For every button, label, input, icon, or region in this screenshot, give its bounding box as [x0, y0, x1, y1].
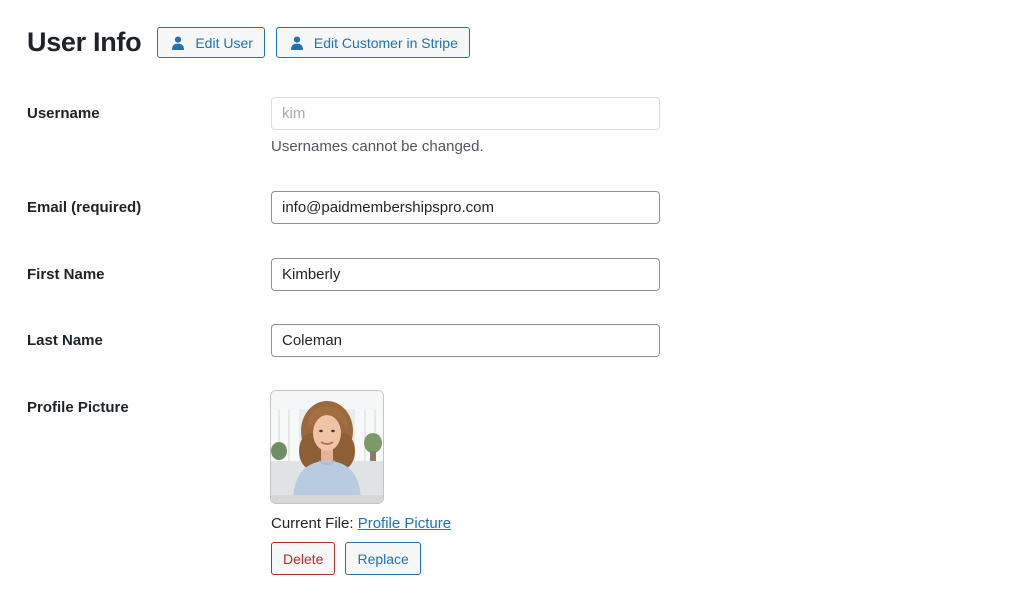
- replace-button[interactable]: Replace: [345, 542, 421, 575]
- username-description: Usernames cannot be changed.: [271, 138, 484, 155]
- email-input[interactable]: [271, 191, 660, 224]
- current-file-prefix: Current File:: [271, 515, 354, 532]
- username-input[interactable]: [271, 97, 660, 130]
- profile-picture-actions: Delete Replace: [271, 542, 451, 575]
- current-file-line: Current File: Profile Picture: [271, 515, 451, 532]
- user-icon: [171, 36, 185, 50]
- page-title: User Info: [27, 27, 142, 57]
- last-name-label: Last Name: [27, 332, 103, 349]
- email-field-wrap: [271, 191, 660, 224]
- email-label: Email (required): [27, 199, 142, 216]
- profile-picture-label: Profile Picture: [27, 399, 129, 416]
- profile-picture-image: [271, 391, 383, 503]
- last-name-input[interactable]: [271, 324, 660, 357]
- profile-picture-link[interactable]: Profile Picture: [358, 515, 451, 532]
- edit-user-button[interactable]: Edit User: [157, 27, 265, 58]
- user-info-page: User Info Edit User Edit Customer in Str…: [0, 0, 1024, 608]
- edit-customer-in-stripe-button[interactable]: Edit Customer in Stripe: [275, 27, 470, 58]
- user-icon: [290, 36, 304, 50]
- edit-customer-in-stripe-label: Edit Customer in Stripe: [313, 34, 458, 51]
- edit-user-label: Edit User: [195, 34, 253, 51]
- page-header: User Info Edit User Edit Customer in Str…: [27, 26, 481, 59]
- username-label: Username: [27, 105, 100, 122]
- profile-picture-field-wrap: Current File: Profile Picture Delete Rep…: [271, 391, 451, 575]
- last-name-field-wrap: [271, 324, 660, 357]
- first-name-field-wrap: [271, 258, 660, 291]
- first-name-input[interactable]: [271, 258, 660, 291]
- username-field-wrap: Usernames cannot be changed.: [271, 97, 660, 155]
- first-name-label: First Name: [27, 266, 105, 283]
- delete-button[interactable]: Delete: [271, 542, 336, 575]
